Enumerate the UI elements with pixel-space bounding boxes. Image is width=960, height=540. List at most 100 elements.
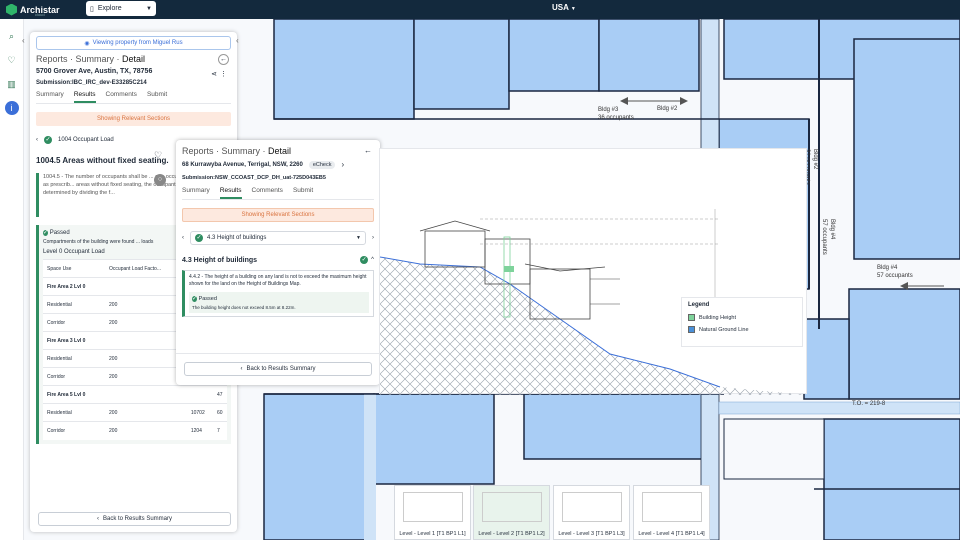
tab-comments[interactable]: Comments xyxy=(252,187,283,199)
chevron-down-icon: ▼ xyxy=(570,6,576,12)
legend-label: Building Height xyxy=(699,314,736,321)
chevron-up-icon[interactable]: ^ xyxy=(371,257,374,263)
table-cell: 200 xyxy=(105,313,187,332)
chevron-left-icon[interactable]: ‹ xyxy=(36,137,38,143)
section-drawing[interactable] xyxy=(379,148,808,395)
check-icon: ✓ xyxy=(44,136,52,144)
table-cell: Residential xyxy=(43,403,106,422)
building-icon[interactable]: ▥ xyxy=(5,77,19,91)
table-cell xyxy=(105,385,187,404)
rule-block: 4.4.2 - The height of a building on any … xyxy=(182,270,374,317)
user-icon: ◉ xyxy=(84,40,90,47)
table-cell: Residential xyxy=(43,349,106,368)
rule-text: 4.4.2 - The height of a building on any … xyxy=(189,274,367,287)
table-cell: Corridor xyxy=(43,367,106,386)
floor-thumbnail-image xyxy=(561,492,622,522)
collapse-panel-icon[interactable]: ‹ xyxy=(236,36,239,45)
table-row: Fire Area 5 Lvl 0 47 xyxy=(43,385,227,404)
table-cell: Residential xyxy=(43,295,106,314)
tab-results[interactable]: Results xyxy=(73,91,96,103)
level-label: Level - Level 1 [T1 BP1 L1] xyxy=(399,531,466,537)
table-cell: Corridor xyxy=(43,313,106,332)
legend-swatch xyxy=(688,326,695,333)
more-icon[interactable]: ⋮ xyxy=(220,70,227,78)
viewing-property-banner[interactable]: ◉ Viewing property from Miguel Rus xyxy=(36,36,231,50)
heart-icon[interactable]: ♡ xyxy=(5,53,19,67)
chevron-left-icon: ‹ xyxy=(240,366,243,372)
table-cell: Fire Area 3 Lvl 0 xyxy=(43,331,106,350)
section-title: 4.3 Height of buildings xyxy=(182,256,258,264)
tab-bar: Summary Results Comments Submit xyxy=(36,91,231,104)
heart-icon[interactable]: ♡ xyxy=(154,150,162,161)
building-section-svg xyxy=(379,209,808,395)
tab-summary[interactable]: Summary xyxy=(182,187,210,199)
level-thumbnail[interactable]: Level - Level 4 [T1 BP1 L4] xyxy=(633,485,710,540)
check-icon: ✓ xyxy=(195,234,203,242)
level-thumbnail[interactable]: Level - Level 3 [T1 BP1 L3] xyxy=(553,485,630,540)
legend-label: Natural Ground Line xyxy=(699,326,749,333)
chevron-right-icon[interactable]: › xyxy=(341,160,344,169)
region-select[interactable]: USA ▼ xyxy=(552,3,576,12)
back-to-results-button[interactable]: ‹ Back to Results Summary xyxy=(38,512,231,526)
chevron-down-icon: ▼ xyxy=(146,5,152,12)
tab-summary[interactable]: Summary xyxy=(36,91,64,103)
table-header: Space Use xyxy=(43,259,106,278)
table-cell: 7 xyxy=(213,421,227,440)
chevron-right-icon[interactable]: › xyxy=(372,235,374,241)
floor-thumbnail-image xyxy=(402,492,463,522)
breadcrumb: Reports · Summary · Detail xyxy=(182,146,292,156)
map-label: Bldg #4 57 occupants xyxy=(821,219,835,255)
archistar-logo-icon xyxy=(6,3,17,16)
level-thumbnail[interactable]: Level - Level 1 [T1 BP1 L1] xyxy=(394,485,471,540)
echeck-badge[interactable]: eCheck xyxy=(308,160,336,169)
level-thumbnail[interactable]: Level - Level 2 [T1 BP1 L2] xyxy=(473,485,550,540)
back-arrow-icon[interactable]: ← xyxy=(218,54,229,65)
breadcrumb-reports[interactable]: Reports xyxy=(36,54,68,64)
table-cell: 10702 xyxy=(186,403,213,422)
breadcrumb: Reports · Summary · Detail xyxy=(36,54,146,64)
table-cell: 1204 xyxy=(186,421,213,440)
table-header: Occupant Load Facto... xyxy=(105,259,187,278)
table-cell: 200 xyxy=(105,295,187,314)
map-label: T.O. = 219-8 xyxy=(852,401,886,407)
section-selector-value: 4.3 Height of buildings xyxy=(207,235,267,241)
mode-select[interactable]: ▯ Explore ▼ xyxy=(86,1,156,16)
section-selector-value: 1004 Occupant Load xyxy=(58,137,114,143)
breadcrumb-reports[interactable]: Reports xyxy=(182,146,214,156)
passed-text: Passed xyxy=(49,230,70,236)
share-icon[interactable]: ⋖ xyxy=(211,70,217,78)
tab-bar: Summary Results Comments Submit xyxy=(182,187,374,200)
banner-text: Viewing property from Miguel Rus xyxy=(92,40,183,46)
back-to-results-button[interactable]: ‹ Back to Results Summary xyxy=(184,362,372,376)
submission-id: Submission:NSW_CCOAST_DCP_DH_uat-725D043… xyxy=(182,175,326,181)
passed-label: ✓ Passed xyxy=(192,295,366,303)
back-arrow-icon[interactable]: ← xyxy=(364,146,372,155)
tab-comments[interactable]: Comments xyxy=(106,91,137,103)
table-cell xyxy=(105,277,187,296)
info-icon[interactable]: i xyxy=(4,101,19,115)
app-logo[interactable]: Archistar cloud xyxy=(6,3,82,17)
map-label: Bldg #3 36 occupants xyxy=(598,107,634,121)
check-icon: ✓ xyxy=(43,230,49,236)
breadcrumb-summary[interactable]: Summary xyxy=(222,146,261,156)
level-label: Level - Level 4 [T1 BP1 L4] xyxy=(638,531,705,537)
tab-submit[interactable]: Submit xyxy=(293,187,313,199)
floor-thumbnail-image xyxy=(641,492,702,522)
breadcrumb-summary[interactable]: Summary xyxy=(76,54,115,64)
tab-results[interactable]: Results xyxy=(219,187,242,199)
close-icon[interactable]: ○ xyxy=(154,174,166,186)
chevron-left-icon[interactable]: ‹ xyxy=(182,235,184,241)
floor-thumbnail-image xyxy=(481,492,542,522)
section-selector[interactable]: ‹ ✓ 4.3 Height of buildings ▼ › xyxy=(182,230,374,246)
level-label: Level - Level 3 [T1 BP1 L3] xyxy=(558,531,625,537)
collapse-panel-icon[interactable]: ‹ xyxy=(22,36,25,45)
table-cell: 60 xyxy=(213,403,227,422)
back-button-label: Back to Results Summary xyxy=(246,366,316,372)
passed-note: The building height does not exceed 8.5m… xyxy=(192,305,296,310)
table-row: Residential 200 10702 60 xyxy=(43,403,227,422)
tab-submit[interactable]: Submit xyxy=(147,91,167,103)
search-icon[interactable]: ⌕ xyxy=(5,29,19,43)
table-cell: 200 xyxy=(105,367,187,386)
relevant-sections-banner: Showing Relevant Sections xyxy=(36,112,231,126)
check-icon: ✓ xyxy=(360,256,369,264)
